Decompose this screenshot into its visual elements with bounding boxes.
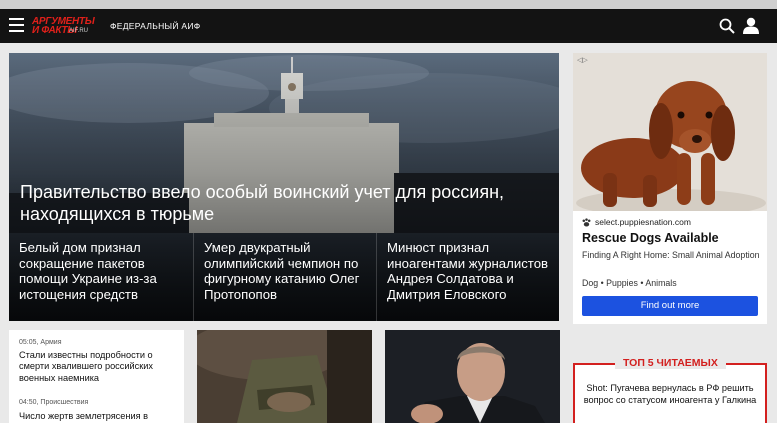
paw-icon — [582, 218, 591, 227]
hero-subnews-title: Умер двукратный олимпийский чемпион по ф… — [204, 240, 360, 302]
top5-item-1[interactable]: Shot: Пугачева вернулась в РФ решить воп… — [583, 383, 757, 406]
soldier-photo — [197, 330, 372, 423]
logo-domain: AIF.RU — [69, 28, 89, 34]
ad-tags: Dog • Puppies • Animals — [582, 278, 677, 288]
hero-subnews-2[interactable]: Умер двукратный олимпийский чемпион по ф… — [193, 233, 376, 321]
news-title[interactable]: Стали известны подробности о смерти хвал… — [19, 350, 179, 384]
user-icon[interactable] — [743, 17, 759, 34]
edition-selector[interactable]: ФЕДЕРАЛЬНЫЙ АИФ — [110, 21, 201, 31]
news-meta: 05:05, Армия — [19, 339, 62, 346]
portrait-photo — [385, 330, 560, 423]
site-logo[interactable]: АРГУМЕНТЫ И ФАКТЫ AIF.RU — [32, 16, 95, 38]
hero-story[interactable]: Правительство ввело особый воинский учет… — [9, 53, 559, 321]
site-header: АРГУМЕНТЫ И ФАКТЫ AIF.RU ФЕДЕРАЛЬНЫЙ АИФ — [0, 9, 777, 43]
hero-headline[interactable]: Правительство ввело особый воинский учет… — [20, 181, 540, 225]
ad-domain: select.puppiesnation.com — [595, 217, 691, 227]
browser-top-strip — [0, 0, 777, 9]
ad-block[interactable]: ◁▷ select.puppiesnation.com Rescue Dogs … — [573, 53, 767, 324]
ad-marker-icon: ◁▷ — [577, 57, 588, 64]
ad-title[interactable]: Rescue Dogs Available — [582, 231, 719, 245]
search-icon[interactable] — [719, 18, 735, 34]
hero-subnews-1[interactable]: Белый дом признал сокращение пакетов пом… — [9, 233, 193, 321]
hero-subnews-title: Минюст признал иноагентами журналистов А… — [387, 240, 549, 302]
news-rubric[interactable]: Армия — [40, 339, 61, 346]
puppy-illustration — [573, 53, 767, 211]
top5-widget: ТОП 5 ЧИТАЕМЫХ Shot: Пугачева вернулась … — [573, 357, 767, 423]
story-card-soldier[interactable] — [197, 330, 372, 423]
news-meta: 04:50, Происшествия — [19, 399, 89, 406]
news-time: 05:05 — [19, 339, 37, 346]
top5-label: ТОП 5 ЧИТАЕМЫХ — [615, 357, 726, 369]
find-out-more-button[interactable]: Find out more — [582, 296, 758, 316]
hero-subnews-3[interactable]: Минюст признал иноагентами журналистов А… — [376, 233, 559, 321]
story-card-portrait[interactable] — [385, 330, 560, 423]
hero-subnews-title: Белый дом признал сокращение пакетов пом… — [19, 240, 157, 302]
ad-description: Finding A Right Home: Small Animal Adopt… — [582, 250, 760, 260]
ad-image[interactable]: ◁▷ — [573, 53, 767, 211]
news-feed: 05:05, Армия Стали известны подробности … — [9, 330, 184, 423]
news-time: 04:50 — [19, 399, 37, 406]
news-rubric[interactable]: Происшествия — [40, 399, 88, 406]
news-title[interactable]: Число жертв землетрясения в — [19, 411, 179, 422]
menu-icon[interactable] — [9, 18, 24, 34]
